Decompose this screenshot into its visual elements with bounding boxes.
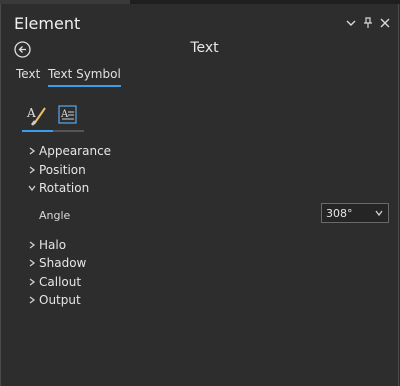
chevron-down-icon bbox=[374, 208, 384, 218]
brush-icon[interactable]: A bbox=[26, 104, 48, 126]
property-groups: Appearance Position Rotation Angle 308° … bbox=[1, 142, 398, 310]
pane-titlebar: Element bbox=[1, 12, 398, 36]
angle-dropdown[interactable]: 308° bbox=[321, 202, 389, 223]
angle-value: 308° bbox=[326, 206, 353, 220]
group-callout[interactable]: Callout bbox=[1, 273, 398, 292]
chevron-right-icon bbox=[25, 163, 39, 177]
tab-text-symbol[interactable]: Text Symbol bbox=[48, 67, 121, 87]
element-tabs: Text Text Symbol bbox=[1, 67, 398, 89]
element-pane: Element Text Text Text Symbol A A Appear… bbox=[0, 4, 399, 386]
group-label: Appearance bbox=[39, 144, 112, 159]
context-header: Text bbox=[1, 38, 398, 62]
chevron-right-icon bbox=[25, 256, 39, 270]
angle-label: Angle bbox=[39, 208, 71, 222]
tab-text[interactable]: Text bbox=[16, 67, 40, 85]
group-position[interactable]: Position bbox=[1, 161, 398, 180]
chevron-right-icon bbox=[25, 238, 39, 252]
chevron-down-icon[interactable] bbox=[344, 16, 358, 30]
chevron-right-icon bbox=[25, 275, 39, 289]
group-label: Position bbox=[39, 162, 86, 177]
chevron-right-icon bbox=[25, 293, 39, 307]
group-label: Shadow bbox=[39, 256, 87, 271]
group-appearance[interactable]: Appearance bbox=[1, 142, 398, 161]
group-shadow[interactable]: Shadow bbox=[1, 254, 398, 273]
chevron-down-icon bbox=[25, 181, 39, 195]
group-output[interactable]: Output bbox=[1, 291, 398, 310]
pin-icon[interactable] bbox=[361, 16, 375, 30]
chevron-right-icon bbox=[25, 144, 39, 158]
symbol-tab-underline bbox=[22, 130, 84, 132]
context-title: Text bbox=[190, 40, 219, 56]
group-rotation[interactable]: Rotation bbox=[1, 179, 398, 198]
pane-title: Element bbox=[14, 14, 81, 33]
group-label: Output bbox=[39, 293, 81, 308]
group-halo[interactable]: Halo bbox=[1, 236, 398, 255]
group-label: Callout bbox=[39, 274, 82, 289]
svg-text:A: A bbox=[26, 106, 36, 120]
group-label: Halo bbox=[39, 237, 67, 252]
symbol-tab-selection bbox=[22, 130, 53, 132]
angle-row: Angle 308° bbox=[1, 202, 398, 230]
group-label: Rotation bbox=[39, 181, 90, 196]
close-icon[interactable] bbox=[378, 16, 392, 30]
svg-text:A: A bbox=[60, 109, 69, 120]
symbol-tabs: A A bbox=[22, 104, 84, 136]
text-format-icon[interactable]: A bbox=[57, 104, 79, 126]
